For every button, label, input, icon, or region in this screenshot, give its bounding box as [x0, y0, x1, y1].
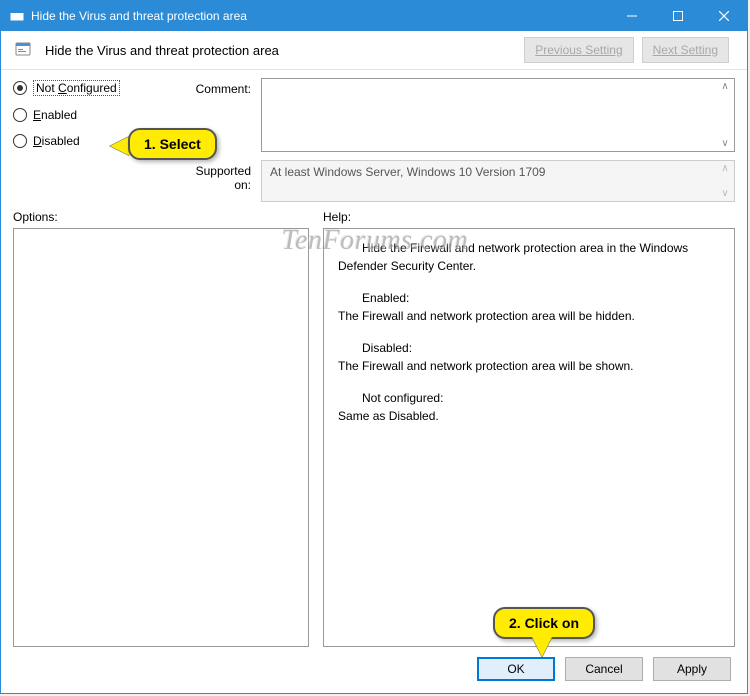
radio-not-configured-label: Not Configured: [33, 80, 120, 96]
scroll-down-icon: ∨: [721, 188, 728, 199]
titlebar: Hide the Virus and threat protection are…: [1, 1, 747, 31]
policy-title: Hide the Virus and threat protection are…: [45, 43, 514, 58]
help-notconf-body: Same as Disabled.: [338, 407, 720, 425]
policy-icon: [13, 39, 35, 61]
scroll-up-icon: ∧: [721, 163, 728, 174]
help-disabled-body: The Firewall and network protection area…: [338, 357, 720, 375]
nav-buttons: Previous Setting Next Setting: [524, 37, 729, 63]
apply-button[interactable]: Apply: [653, 657, 731, 681]
help-label: Help:: [323, 210, 735, 224]
help-enabled-body: The Firewall and network protection area…: [338, 307, 720, 325]
callout-2-tail: [532, 637, 552, 657]
scroll-up-icon[interactable]: ∧: [721, 81, 728, 92]
previous-setting-button[interactable]: Previous Setting: [524, 37, 633, 63]
next-setting-button[interactable]: Next Setting: [642, 37, 729, 63]
comment-textarea[interactable]: ∧ ∨: [261, 78, 735, 152]
options-label: Options:: [13, 210, 309, 224]
radio-enabled-label: Enabled: [33, 108, 77, 122]
window-title: Hide the Virus and threat protection are…: [31, 9, 609, 23]
scroll-down-icon[interactable]: ∨: [721, 138, 728, 149]
options-panel-col: Options:: [13, 210, 309, 647]
scrollbar[interactable]: ∧ ∨: [716, 79, 734, 151]
supported-on-box: At least Windows Server, Windows 10 Vers…: [261, 160, 735, 202]
help-box: Hide the Firewall and network protection…: [323, 228, 735, 647]
annotation-step-1: 1. Select: [128, 128, 217, 160]
help-panel-col: Help: Hide the Firewall and network prot…: [323, 210, 735, 647]
right-column: Comment: ∧ ∨ Supported on: At least Wind…: [176, 78, 735, 202]
header-row: Hide the Virus and threat protection are…: [1, 31, 747, 65]
close-button[interactable]: [701, 1, 747, 31]
cancel-button[interactable]: Cancel: [565, 657, 643, 681]
annotation-step-2: 2. Click on: [493, 607, 595, 639]
panels-row: Options: Help: Hide the Firewall and net…: [1, 206, 747, 647]
help-enabled-title: Enabled:: [338, 289, 720, 307]
window-controls: [609, 1, 747, 31]
ok-button[interactable]: OK: [477, 657, 555, 681]
comment-label: Comment:: [176, 78, 251, 96]
dialog-window: Hide the Virus and threat protection are…: [0, 0, 748, 694]
callout-1-tail: [110, 136, 130, 156]
radio-not-configured[interactable]: Not Configured: [13, 80, 168, 96]
footer-buttons: OK Cancel Apply: [1, 647, 747, 693]
radio-enabled[interactable]: Enabled: [13, 108, 168, 122]
supported-row: Supported on: At least Windows Server, W…: [176, 160, 735, 202]
supported-label: Supported on:: [176, 160, 251, 192]
minimize-button[interactable]: [609, 1, 655, 31]
help-disabled-title: Disabled:: [338, 339, 720, 357]
help-notconf-title: Not configured:: [338, 389, 720, 407]
help-intro: Hide the Firewall and network protection…: [338, 239, 720, 275]
app-icon: [9, 8, 25, 24]
options-box: [13, 228, 309, 647]
maximize-button[interactable]: [655, 1, 701, 31]
scrollbar: ∧ ∨: [716, 161, 734, 201]
comment-row: Comment: ∧ ∨: [176, 78, 735, 152]
supported-on-text: At least Windows Server, Windows 10 Vers…: [262, 161, 716, 201]
radio-disabled-label: Disabled: [33, 134, 80, 148]
